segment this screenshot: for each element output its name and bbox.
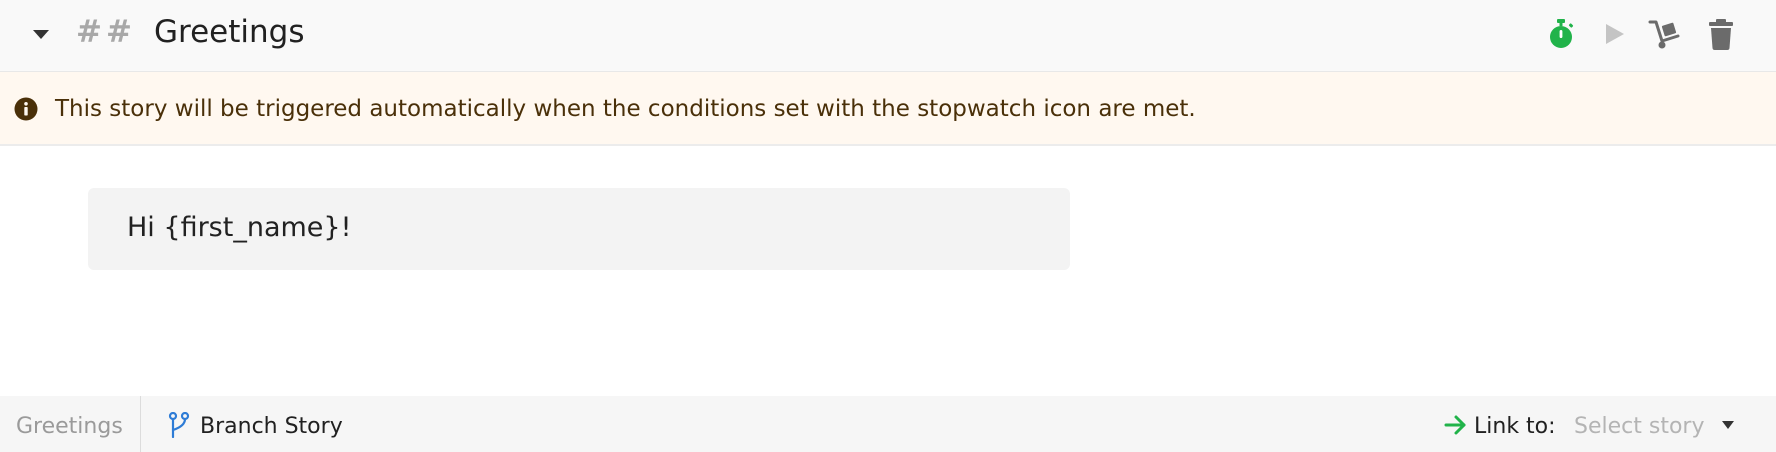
dolly-icon[interactable] [1647,16,1683,52]
trash-icon[interactable] [1703,16,1739,52]
branch-story-label: Branch Story [200,414,343,439]
stopwatch-icon[interactable] [1543,16,1579,52]
banner-text: This story will be triggered automatical… [55,96,1196,122]
footer-story-name: Greetings [16,414,123,439]
bot-message[interactable]: Hi {first_name}! [88,188,1070,270]
play-icon[interactable] [1596,16,1632,52]
arrow-right-icon [1444,415,1466,435]
story-footer: Greetings Branch Story Link to: Select s… [0,396,1776,452]
info-icon [14,97,38,121]
story-title[interactable]: Greetings [154,13,304,51]
link-story-select[interactable]: Select story [1572,406,1744,444]
heading-hashes: ## [76,14,136,50]
trigger-info-banner: This story will be triggered automatical… [0,72,1776,146]
footer-divider [140,396,141,452]
message-text[interactable]: Hi {first_name}! [127,210,351,246]
chevron-down-icon[interactable] [28,24,54,44]
caret-down-icon[interactable] [1720,419,1736,431]
code-branch-icon [168,412,190,438]
select-story-placeholder: Select story [1574,414,1705,439]
link-to-label: Link to: [1474,414,1556,439]
story-header: ## Greetings [0,0,1776,72]
